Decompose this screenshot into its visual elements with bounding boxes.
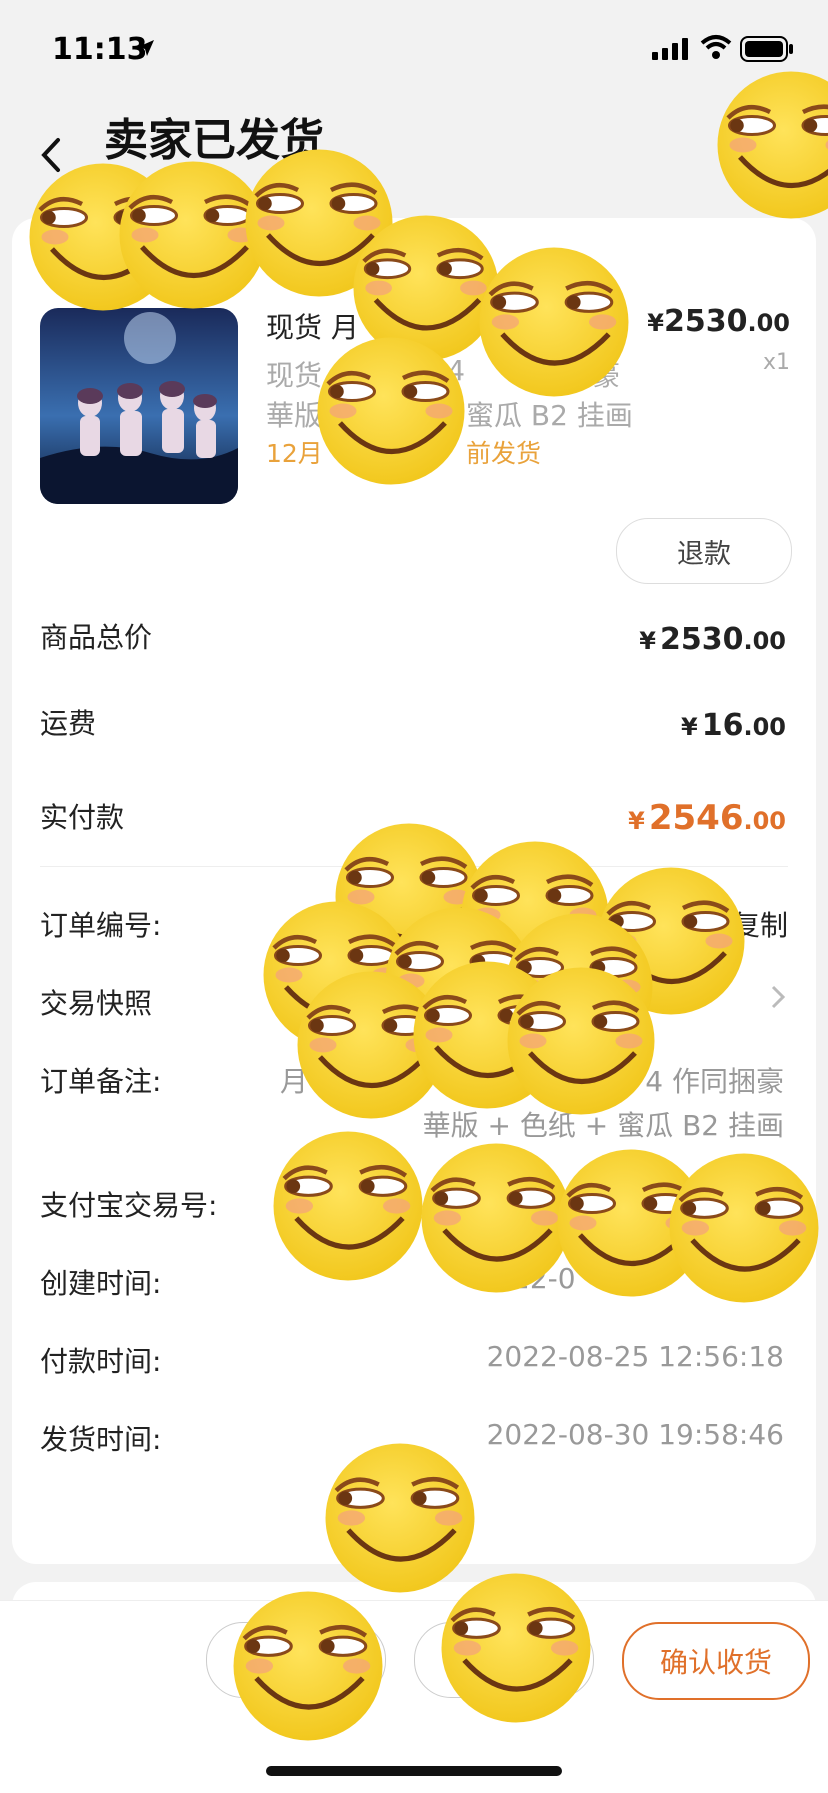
- product-spec-line2a: 華版: [266, 399, 323, 432]
- chevron-right-icon[interactable]: [768, 982, 788, 1012]
- goods-total-label: 商品总价: [40, 621, 153, 654]
- smirk-emoji-sticker: [440, 1572, 592, 1724]
- shipping-fee-label: 运费: [40, 707, 97, 740]
- ship-note-a: 12月: [266, 439, 323, 468]
- goods-total-value: ¥2530.00: [639, 622, 786, 657]
- smirk-emoji-sticker: [420, 1142, 572, 1294]
- product-quantity: x1: [762, 350, 790, 375]
- product-price: ¥2530.00: [647, 304, 790, 339]
- alipay-trade-no-label: 支付宝交易号:: [40, 1189, 218, 1222]
- ship-note-b: 前发货: [466, 439, 542, 468]
- smirk-emoji-sticker: [506, 966, 656, 1116]
- paid-amount-label: 实付款: [40, 801, 125, 834]
- smirk-emoji-sticker: [716, 70, 828, 220]
- smirk-emoji-sticker: [232, 1590, 384, 1742]
- paid-time-value: 2022-08-25 12:56:18: [486, 1340, 784, 1373]
- status-bar: 11:13: [0, 0, 828, 100]
- trade-snapshot-label[interactable]: 交易快照: [40, 982, 152, 1022]
- wifi-icon: [700, 35, 732, 59]
- smirk-emoji-sticker: [668, 1152, 820, 1304]
- paid-amount-value: ¥2546.00: [628, 798, 786, 838]
- product-image[interactable]: [40, 308, 238, 504]
- battery-icon: [740, 36, 793, 62]
- product-spec-line2b: 蜜瓜 B2 挂画: [466, 399, 633, 432]
- order-number-label: 订单编号:: [40, 909, 162, 942]
- location-arrow-icon: [138, 40, 154, 56]
- home-indicator: [266, 1766, 562, 1776]
- cellular-signal-icon: [652, 38, 688, 60]
- created-time-label: 创建时间:: [40, 1267, 162, 1300]
- shipping-fee-value: ¥16.00: [681, 708, 786, 743]
- smirk-emoji-sticker: [478, 246, 630, 398]
- ship-time-label: 发货时间:: [40, 1423, 162, 1456]
- order-remark-line1: 4 作同捆豪: [645, 1065, 784, 1098]
- status-time: 11:13: [52, 32, 148, 67]
- refund-button[interactable]: 退款: [616, 518, 792, 584]
- order-remark-label: 订单备注:: [40, 1065, 162, 1098]
- smirk-emoji-sticker: [272, 1130, 424, 1282]
- confirm-receipt-button[interactable]: 确认收货: [622, 1622, 810, 1700]
- ship-time-value: 2022-08-30 19:58:46: [486, 1418, 784, 1451]
- product-spec-line1: 现货: [266, 359, 323, 392]
- paid-time-label: 付款时间:: [40, 1345, 162, 1378]
- smirk-emoji-sticker: [316, 336, 466, 486]
